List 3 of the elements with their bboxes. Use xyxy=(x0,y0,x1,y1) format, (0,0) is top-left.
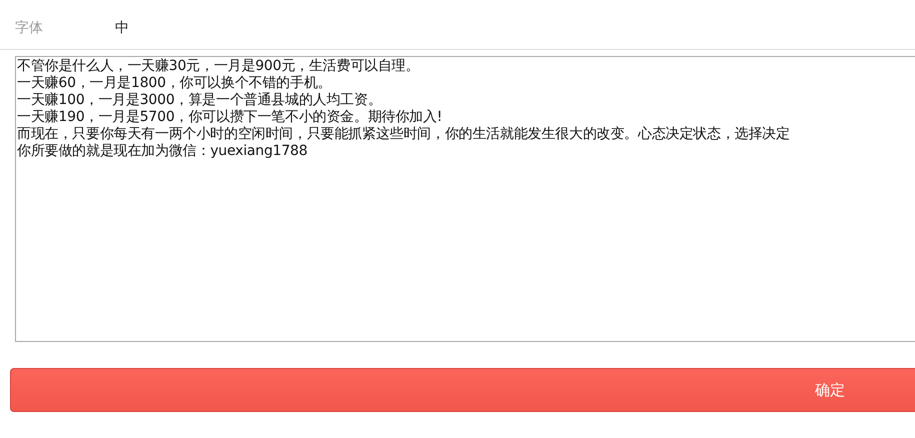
font-size-value[interactable]: 中 xyxy=(115,18,129,36)
font-label: 字体 xyxy=(15,18,44,36)
text-field[interactable]: 不管你是什么人，一天赚30元，一月是900元，生活费可以自理。 一天赚60，一月是1800，你可以换个不错的手机。 一天赚100，一月是3000，算是一个普通县城的人均工资。 一天赚190，一月是5700，你可以攒下一笔不小的资金。期待你加入! 而现在，只要你每天有一两个小时的空闲时间，只要能抓紧这些时间，你的生活就能发生很大的改变。心态决定状态，选择决定 你所要做的就是现在加为微信：yuexiang1788 xyxy=(15,56,915,342)
